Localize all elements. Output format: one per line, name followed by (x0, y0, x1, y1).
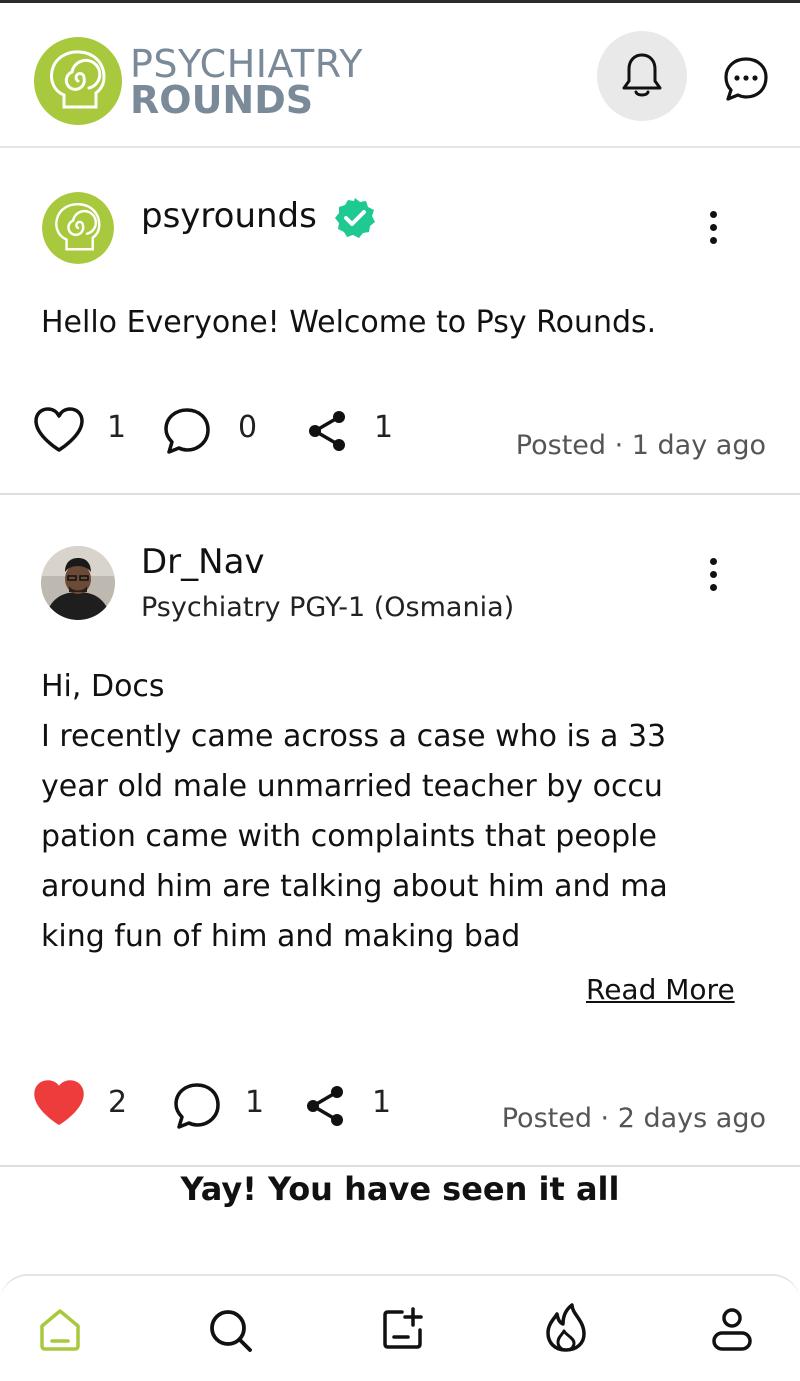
flame-icon[interactable] (544, 1302, 588, 1354)
brand-logo-icon (42, 192, 114, 264)
post-body-line: Hi, Docs (41, 669, 165, 704)
post-body: Hi, Docs I recently came across a case w… (41, 662, 668, 962)
comment-count: 0 (238, 410, 258, 445)
chat-bubble-icon[interactable] (722, 55, 770, 103)
brand-name-line2: ROUNDS (130, 78, 314, 122)
read-more-link[interactable]: Read More (586, 973, 735, 1006)
post-body-line: I recently came across a case who is a 3… (41, 719, 667, 754)
post-body: Hello Everyone! Welcome to Psy Rounds. (41, 305, 657, 340)
brand-logo-icon[interactable] (34, 37, 122, 125)
user-photo (41, 546, 115, 620)
post-timestamp: Posted · 1 day ago (515, 430, 766, 461)
feed-end-message: Yay! You have seen it all (180, 1170, 620, 1208)
feed-post: Dr_Nav Psychiatry PGY-1 (Osmania) Hi, Do… (0, 495, 800, 1167)
post-username[interactable]: psyrounds (141, 196, 317, 236)
share-count: 1 (372, 1085, 392, 1120)
like-heart-icon[interactable] (32, 1079, 86, 1127)
bell-icon (622, 53, 662, 97)
post-body-line: king fun of him and making bad (41, 919, 521, 954)
comment-count: 1 (245, 1085, 265, 1120)
like-heart-icon[interactable] (32, 406, 86, 454)
post-options-button[interactable] (703, 211, 723, 251)
post-body-line: year old male unmarried teacher by occu (41, 769, 663, 804)
avatar[interactable] (42, 192, 114, 264)
like-count: 2 (108, 1085, 128, 1120)
feed-post: psyrounds Hello Everyone! Welcome to Psy… (0, 148, 800, 495)
share-count: 1 (374, 410, 394, 445)
like-count: 1 (107, 410, 127, 445)
verified-badge-icon (335, 198, 375, 238)
share-icon[interactable] (304, 408, 350, 454)
user-icon[interactable] (710, 1306, 754, 1354)
comment-icon[interactable] (162, 406, 212, 456)
comment-icon[interactable] (172, 1081, 222, 1131)
share-icon[interactable] (302, 1083, 348, 1129)
app-header: PSYCHIATRY ROUNDS (0, 3, 800, 148)
post-body-line: around him are talking about him and ma (41, 869, 668, 904)
avatar[interactable] (41, 546, 115, 620)
search-icon[interactable] (206, 1306, 254, 1354)
user-designation: Psychiatry PGY-1 (Osmania) (141, 592, 515, 623)
bottom-navigation (0, 1274, 800, 1381)
post-actions: 1 0 1 Posted · 1 day ago (0, 406, 800, 466)
post-timestamp: Posted · 2 days ago (501, 1103, 766, 1134)
add-post-icon[interactable] (380, 1306, 426, 1352)
post-actions: 2 1 1 Posted · 2 days ago (0, 1079, 800, 1139)
post-options-button[interactable] (703, 558, 723, 598)
home-icon[interactable] (36, 1306, 84, 1354)
post-body-line: pation came with complaints that people (41, 819, 657, 854)
notifications-button[interactable] (597, 31, 687, 121)
post-username[interactable]: Dr_Nav (141, 542, 265, 582)
